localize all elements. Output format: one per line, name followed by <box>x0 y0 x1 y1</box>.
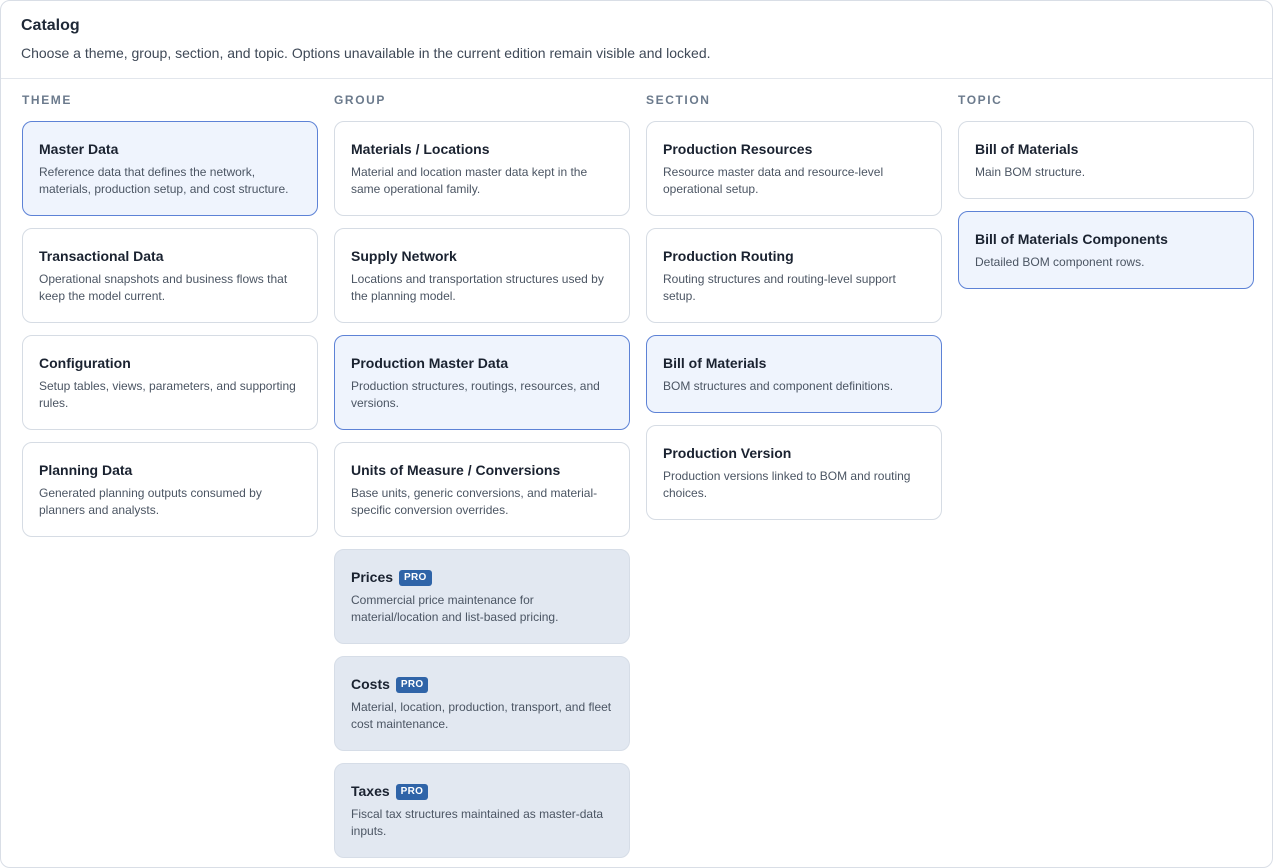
theme-card-transactional-data[interactable]: Transactional Data Operational snapshots… <box>22 228 318 323</box>
group-card-production-master-data[interactable]: Production Master Data Production struct… <box>334 335 630 430</box>
pro-badge: PRO <box>395 783 429 800</box>
card-title: Taxes <box>351 783 390 799</box>
group-list: Materials / Locations Material and locat… <box>334 121 630 858</box>
card-title: Planning Data <box>39 462 133 478</box>
card-title: Production Routing <box>663 248 794 264</box>
card-title: Bill of Materials <box>663 355 767 371</box>
topic-column-label: TOPIC <box>958 93 1003 107</box>
card-description: Reference data that defines the network,… <box>39 165 289 196</box>
card-description: Generated planning outputs consumed by p… <box>39 486 262 517</box>
card-description: Base units, generic conversions, and mat… <box>351 486 598 517</box>
group-column: GROUP Materials / Locations Material and… <box>334 93 630 858</box>
card-description: Main BOM structure. <box>975 165 1086 179</box>
group-column-label: GROUP <box>334 93 387 107</box>
group-card-units-of-measure[interactable]: Units of Measure / Conversions Base unit… <box>334 442 630 537</box>
group-card-costs[interactable]: Costs PRO Material, location, production… <box>334 656 630 751</box>
card-description: Commercial price maintenance for materia… <box>351 593 559 624</box>
card-title: Costs <box>351 676 390 692</box>
card-title: Prices <box>351 569 394 585</box>
card-title: Configuration <box>39 355 131 371</box>
topic-list: Bill of Materials Main BOM structure. Bi… <box>958 121 1254 289</box>
section-card-production-routing[interactable]: Production Routing Routing structures an… <box>646 228 942 323</box>
card-title: Master Data <box>39 141 119 157</box>
card-title: Supply Network <box>351 248 457 264</box>
section-card-bill-of-materials[interactable]: Bill of Materials BOM structures and com… <box>646 335 942 413</box>
card-description: Material and location master data kept i… <box>351 165 588 196</box>
topic-card-bill-of-materials[interactable]: Bill of Materials Main BOM structure. <box>958 121 1254 199</box>
group-card-taxes[interactable]: Taxes PRO Fiscal tax structures maintain… <box>334 763 630 858</box>
card-description: Locations and transportation structures … <box>351 272 604 303</box>
card-description: Detailed BOM component rows. <box>975 255 1145 269</box>
topic-column: TOPIC Bill of Materials Main BOM structu… <box>958 93 1254 858</box>
theme-card-configuration[interactable]: Configuration Setup tables, views, param… <box>22 335 318 430</box>
card-description: BOM structures and component definitions… <box>663 379 894 393</box>
section-card-production-version[interactable]: Production Version Production versions l… <box>646 425 942 520</box>
catalog-header: Catalog Choose a theme, group, section, … <box>1 1 1272 79</box>
pro-badge: PRO <box>395 676 429 693</box>
section-list: Production Resources Resource master dat… <box>646 121 942 520</box>
theme-column: THEME Master Data Reference data that de… <box>22 93 318 858</box>
theme-list: Master Data Reference data that defines … <box>22 121 318 537</box>
theme-column-label: THEME <box>22 93 72 107</box>
card-description: Production structures, routings, resourc… <box>351 379 600 410</box>
page-subtitle: Choose a theme, group, section, and topi… <box>21 45 711 61</box>
card-description: Setup tables, views, parameters, and sup… <box>39 379 296 410</box>
group-card-supply-network[interactable]: Supply Network Locations and transportat… <box>334 228 630 323</box>
catalog-columns: THEME Master Data Reference data that de… <box>22 93 1254 858</box>
card-description: Material, location, production, transpor… <box>351 700 612 731</box>
section-column: SECTION Production Resources Resource ma… <box>646 93 942 858</box>
page-title: Catalog <box>21 17 80 34</box>
card-title: Transactional Data <box>39 248 164 264</box>
pro-badge: PRO <box>399 569 432 586</box>
group-card-prices[interactable]: Prices PRO Commercial price maintenance … <box>334 549 630 644</box>
topic-card-bill-of-materials-components[interactable]: Bill of Materials Components Detailed BO… <box>958 211 1254 289</box>
card-description: Routing structures and routing-level sup… <box>663 272 896 303</box>
group-card-materials-locations[interactable]: Materials / Locations Material and locat… <box>334 121 630 216</box>
card-title: Production Master Data <box>351 355 509 371</box>
section-column-label: SECTION <box>646 93 711 107</box>
card-description: Production versions linked to BOM and ro… <box>663 469 911 500</box>
card-title: Bill of Materials Components <box>975 231 1168 247</box>
card-title: Production Version <box>663 445 792 461</box>
section-card-production-resources[interactable]: Production Resources Resource master dat… <box>646 121 942 216</box>
card-title: Materials / Locations <box>351 141 490 157</box>
card-description: Fiscal tax structures maintained as mast… <box>351 807 604 838</box>
card-title: Units of Measure / Conversions <box>351 462 561 478</box>
theme-card-master-data[interactable]: Master Data Reference data that defines … <box>22 121 318 216</box>
card-description: Resource master data and resource-level … <box>663 165 884 196</box>
theme-card-planning-data[interactable]: Planning Data Generated planning outputs… <box>22 442 318 537</box>
catalog-panel: Catalog Choose a theme, group, section, … <box>0 0 1273 868</box>
card-title: Production Resources <box>663 141 813 157</box>
card-title: Bill of Materials <box>975 141 1079 157</box>
card-description: Operational snapshots and business flows… <box>39 272 288 303</box>
